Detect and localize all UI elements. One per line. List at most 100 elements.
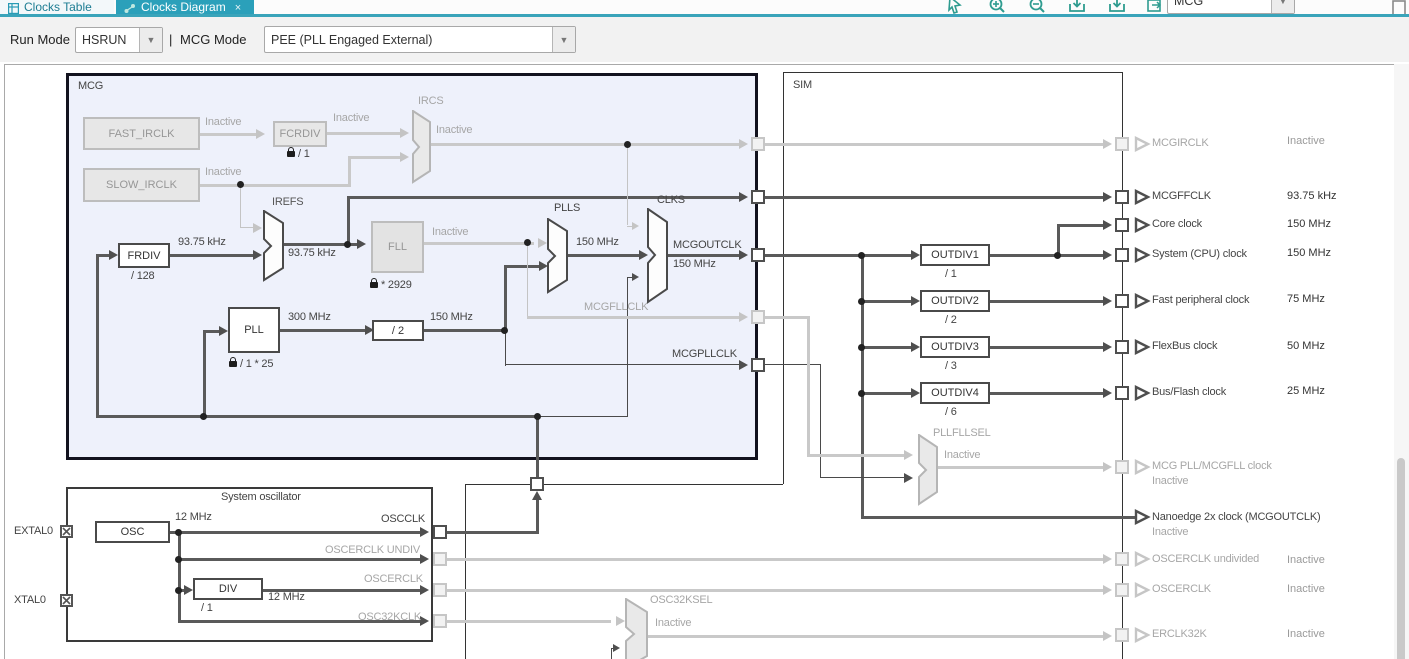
wire-segment xyxy=(536,500,539,534)
wire-segment xyxy=(430,143,741,146)
pll-div-box[interactable]: / 2 xyxy=(372,320,424,341)
xtal0-pad-icon[interactable] xyxy=(60,594,73,607)
junction-dot xyxy=(175,556,182,563)
wire-segment xyxy=(447,558,1105,561)
peripheral-combo-arrow-icon[interactable]: ▼ xyxy=(1271,0,1294,13)
fast-irclk-status: Inactive xyxy=(205,116,242,128)
extal0-label: EXTAL0 xyxy=(14,525,53,537)
mcgoutclk-pin[interactable] xyxy=(751,248,765,262)
pll-factor[interactable]: / 1 * 25 xyxy=(229,357,273,370)
fcrdiv-status: Inactive xyxy=(333,112,370,124)
osc32kclk-pin[interactable] xyxy=(433,614,447,628)
div-box[interactable]: DIV xyxy=(193,578,263,600)
mcgpllclk-pin[interactable] xyxy=(751,358,765,372)
peripheral-block-border xyxy=(465,484,783,485)
output-status: Inactive xyxy=(1152,526,1189,538)
clks-mux[interactable] xyxy=(647,208,669,304)
scrollbar-thumb[interactable] xyxy=(1397,458,1405,659)
pllfllsel-mux[interactable] xyxy=(918,434,939,506)
osc32ksel-mux[interactable] xyxy=(625,598,649,659)
frdiv-out-freq: 93.75 kHz xyxy=(178,236,226,248)
fll-multiplier[interactable]: * 2929 xyxy=(370,278,412,291)
clocks-diagram-canvas[interactable]: MCG SIM System oscillator FAST_IRCLK Ina… xyxy=(4,64,1395,659)
fll-status: Inactive xyxy=(432,226,469,238)
select-arrow-icon[interactable] xyxy=(947,0,963,14)
tab-close-icon[interactable]: × xyxy=(235,2,241,14)
peripheral-combo[interactable]: MCG ▼ xyxy=(1167,0,1295,14)
mcg-mode-combo-arrow-icon[interactable]: ▼ xyxy=(552,27,575,52)
outdiv1-divider[interactable]: / 1 xyxy=(945,268,957,280)
frdiv-box[interactable]: FRDIV xyxy=(118,243,170,268)
bus-flash-pin[interactable] xyxy=(1115,386,1129,400)
outdiv4-box[interactable]: OUTDIV4 xyxy=(920,382,990,404)
mcg-mode-combo[interactable]: PEE (PLL Engaged External) ▼ xyxy=(264,26,576,53)
outdiv1-box[interactable]: OUTDIV1 xyxy=(920,244,990,266)
output-value: 93.75 kHz xyxy=(1287,190,1337,202)
slow-irclk-box[interactable]: SLOW_IRCLK xyxy=(83,168,200,202)
export-icon[interactable] xyxy=(1146,0,1164,14)
pllfll-clock-pin[interactable] xyxy=(1115,460,1129,474)
run-mode-combo-arrow-icon[interactable]: ▼ xyxy=(139,28,162,52)
fast-peripheral-pin[interactable] xyxy=(1115,294,1129,308)
label-text: FRDIV xyxy=(127,249,161,262)
wire-segment xyxy=(536,418,539,478)
outdiv3-box[interactable]: OUTDIV3 xyxy=(920,336,990,358)
outdiv3-divider[interactable]: / 3 xyxy=(945,360,957,372)
mcgfllclk-pin[interactable] xyxy=(751,310,765,324)
run-mode-combo[interactable]: HSRUN ▼ xyxy=(75,27,163,53)
wire-segment xyxy=(203,332,206,417)
mcgirclk-pin[interactable] xyxy=(751,137,765,151)
oscerclk-pin[interactable] xyxy=(433,583,447,597)
mcgffclk-pin[interactable] xyxy=(751,190,765,204)
extal0-pad-icon[interactable] xyxy=(60,525,73,538)
erclk32k-pin[interactable] xyxy=(1115,628,1129,642)
zoom-fit-icon[interactable] xyxy=(1068,0,1086,14)
label-text xyxy=(647,208,668,304)
label-text xyxy=(127,6,133,11)
fcrdiv-box[interactable]: FCRDIV xyxy=(273,121,327,147)
panel-icon[interactable] xyxy=(1392,0,1406,14)
output-label: System (CPU) clock xyxy=(1152,248,1247,260)
system-clock-pin[interactable] xyxy=(1115,248,1129,262)
frdiv-divider[interactable]: / 128 xyxy=(131,270,155,282)
oscerclk-sim-pin[interactable] xyxy=(1115,583,1129,597)
fast-irclk-box[interactable]: FAST_IRCLK xyxy=(83,117,200,150)
mcgffclk-sim-pin[interactable] xyxy=(1115,190,1129,204)
zoom-reset-icon[interactable] xyxy=(1108,0,1126,14)
osc-box[interactable]: OSC xyxy=(95,521,170,543)
plls-mux[interactable] xyxy=(547,218,569,294)
outdiv2-divider[interactable]: / 2 xyxy=(945,314,957,326)
oscerclk-undiv-pin[interactable] xyxy=(433,552,447,566)
fcrdiv-divider[interactable]: / 1 xyxy=(287,147,310,160)
wire-arrow-icon xyxy=(1103,192,1112,202)
fll-box[interactable]: FLL xyxy=(371,221,424,273)
mcgirclk-sim-pin[interactable] xyxy=(1115,137,1129,151)
pll-box[interactable]: PLL xyxy=(228,307,280,353)
irefs-mux[interactable] xyxy=(263,210,285,282)
junction-dot xyxy=(501,327,508,334)
oscclk-pin[interactable] xyxy=(433,525,447,539)
ircs-mux[interactable] xyxy=(412,110,432,184)
tab-clocks-table[interactable]: Clocks Table xyxy=(0,0,114,14)
flexbus-pin[interactable] xyxy=(1115,340,1129,354)
outdiv4-divider[interactable]: / 6 xyxy=(945,406,957,418)
wire-arrow-icon xyxy=(1103,296,1112,306)
oscclk-mcg-pin[interactable] xyxy=(530,477,544,491)
output-arrow-icon xyxy=(1134,582,1151,598)
zoom-out-icon[interactable] xyxy=(1028,0,1046,14)
junction-dot xyxy=(175,587,182,594)
wire-segment xyxy=(505,330,506,366)
mode-separator: | xyxy=(169,32,173,47)
wire-segment xyxy=(765,196,1105,199)
core-clock-pin[interactable] xyxy=(1115,218,1129,232)
wire-segment xyxy=(861,516,1136,519)
wire-arrow-icon xyxy=(253,250,262,260)
wire-arrow-icon xyxy=(1103,220,1112,230)
zoom-in-icon[interactable] xyxy=(988,0,1006,14)
tab-clocks-diagram[interactable]: Clocks Diagram × xyxy=(116,0,254,14)
div-divider[interactable]: / 1 xyxy=(201,602,213,614)
pllfllsel-label: PLLFLLSEL xyxy=(933,427,991,439)
oscerclk-undiv-sim-pin[interactable] xyxy=(1115,552,1129,566)
wire-segment xyxy=(447,589,1105,592)
outdiv2-box[interactable]: OUTDIV2 xyxy=(920,290,990,312)
